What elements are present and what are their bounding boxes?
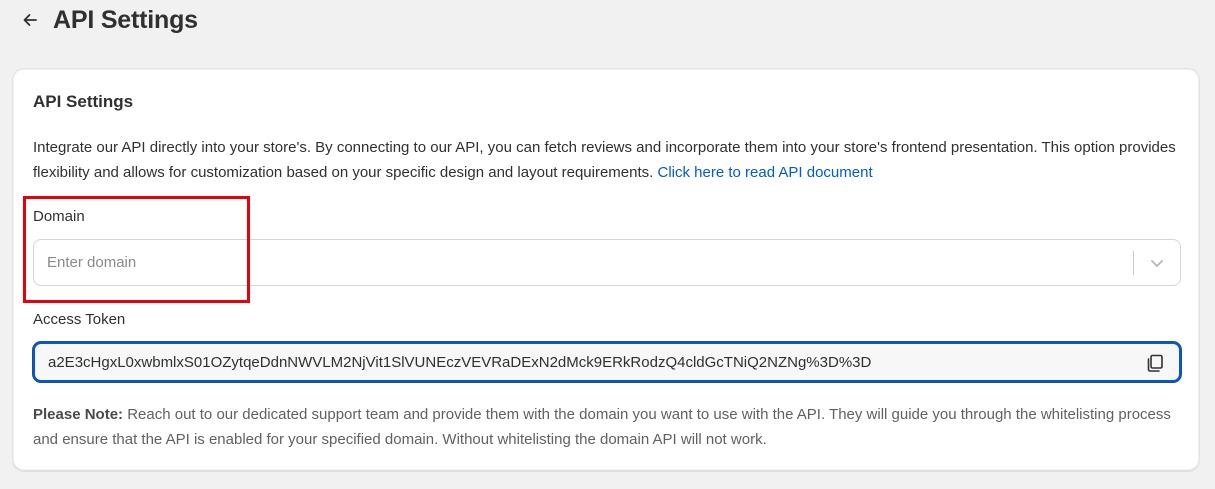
page-header: API Settings: [0, 0, 1215, 44]
copy-icon[interactable]: [1143, 351, 1167, 375]
select-divider: [1133, 251, 1134, 275]
chevron-down-icon[interactable]: [1146, 252, 1168, 274]
card-description: Integrate our API directly into your sto…: [33, 135, 1183, 185]
access-token-value[interactable]: a2E3cHgxL0xwbmlxS01OZytqeDdnNWVLM2NjVit1…: [48, 354, 871, 371]
note-label: Please Note:: [33, 406, 124, 423]
api-document-link[interactable]: Click here to read API document: [658, 164, 873, 181]
arrow-left-icon: [23, 14, 37, 26]
page-title: API Settings: [53, 6, 198, 34]
description-text: Integrate our API directly into your sto…: [33, 139, 1176, 181]
note-text: Reach out to our dedicated support team …: [33, 406, 1171, 448]
back-button[interactable]: [16, 6, 44, 34]
highlight-annotation: [23, 196, 250, 303]
access-token-label: Access Token: [33, 311, 126, 328]
access-token-field[interactable]: a2E3cHgxL0xwbmlxS01OZytqeDdnNWVLM2NjVit1…: [33, 342, 1181, 382]
please-note: Please Note: Reach out to our dedicated …: [33, 402, 1183, 452]
card-title: API Settings: [33, 92, 134, 111]
